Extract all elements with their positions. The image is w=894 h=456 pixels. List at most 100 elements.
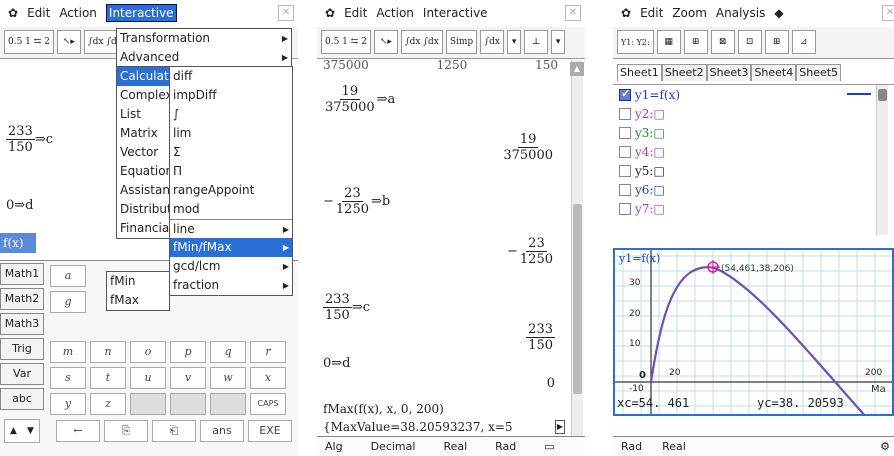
submenu-fmin-fmax[interactable]: fMin/fMax ▶: [170, 238, 292, 257]
status-angle[interactable]: Rad: [495, 440, 516, 453]
menu-interactive[interactable]: Interactive: [423, 6, 488, 20]
toolbar-cursor-button[interactable]: ↖▸: [56, 30, 81, 54]
key-m[interactable]: m: [50, 341, 86, 363]
submenu-sum[interactable]: Σ: [170, 143, 292, 162]
function-row-y7[interactable]: y7:□: [613, 199, 894, 218]
gear-icon[interactable]: ✿: [325, 6, 335, 20]
submenu-fraction[interactable]: fraction ▶: [170, 276, 292, 295]
function-label[interactable]: y1=f(x): [635, 88, 680, 102]
submenu-gcd-lcm[interactable]: gcd/lcm ▶: [170, 257, 292, 276]
paste-key[interactable]: ⎗: [152, 420, 196, 442]
tab-sheet2[interactable]: Sheet2: [661, 64, 707, 81]
menu-diamond-icon[interactable]: ◆: [774, 6, 783, 20]
input-fmax[interactable]: fMax(f(x), x, 0, 200): [323, 402, 444, 416]
submenu-fmax[interactable]: fMax: [107, 291, 169, 310]
menu-item-list[interactable]: List: [117, 105, 170, 124]
ans-key[interactable]: ans: [200, 420, 244, 442]
function-row-y4[interactable]: y4:□: [613, 142, 894, 161]
submenu-diff[interactable]: diff: [170, 67, 292, 86]
toolbar-zoom-button[interactable]: ⊠: [710, 30, 735, 54]
function-checkbox[interactable]: [619, 145, 631, 158]
function-label[interactable]: y4:□: [635, 145, 665, 159]
tab-sheet1[interactable]: Sheet1: [617, 64, 662, 81]
submenu-mod[interactable]: mod: [170, 200, 292, 219]
status-angle[interactable]: Rad: [621, 440, 642, 453]
keyboard-tab-math1[interactable]: Math1: [0, 263, 44, 285]
keyboard-tab-math3[interactable]: Math3: [0, 313, 44, 335]
scrollbar-thumb[interactable]: [878, 89, 887, 101]
exe-key[interactable]: EXE: [248, 420, 292, 442]
copy-key[interactable]: ⎘: [104, 420, 148, 442]
close-icon[interactable]: ✕: [882, 5, 894, 21]
menu-action[interactable]: Action: [59, 6, 97, 20]
key-n[interactable]: n: [90, 341, 126, 363]
gear-icon[interactable]: ✿: [8, 6, 18, 20]
function-row-y2[interactable]: y2:□: [613, 104, 894, 123]
key-y[interactable]: y: [50, 393, 86, 415]
menu-item-assistant[interactable]: Assistant: [117, 181, 170, 200]
toolbar-sketch-button[interactable]: ⊞: [764, 30, 789, 54]
function-checkbox[interactable]: [619, 126, 631, 139]
key-p[interactable]: p: [170, 341, 206, 363]
scrollbar[interactable]: [571, 60, 583, 436]
submenu-impdiff[interactable]: impDiff: [170, 86, 292, 105]
key-q[interactable]: q: [210, 341, 246, 363]
toolbar-table-button[interactable]: ▦: [656, 30, 681, 54]
toolbar-dx-button[interactable]: ∫dx: [480, 30, 505, 54]
key-o[interactable]: o: [130, 341, 166, 363]
key-a[interactable]: a: [50, 265, 86, 287]
submenu-line[interactable]: line ▶: [170, 219, 292, 238]
key-u[interactable]: u: [130, 367, 166, 389]
toolbar-graph-button[interactable]: ⊥: [524, 30, 549, 54]
close-icon[interactable]: ✕: [565, 5, 581, 21]
menu-edit[interactable]: Edit: [27, 6, 50, 20]
function-row-y3[interactable]: y3:□: [613, 123, 894, 142]
menu-interactive[interactable]: Interactive: [105, 4, 177, 22]
menu-item-financial[interactable]: Financial: [117, 219, 170, 238]
menu-zoom[interactable]: Zoom: [672, 6, 707, 20]
key-g[interactable]: g: [50, 291, 86, 313]
toolbar-fraction-button[interactable]: 0.5 1 ⇆ 2: [4, 30, 54, 54]
menu-item-advanced[interactable]: Advanced ▶: [117, 48, 291, 67]
status-real[interactable]: Real: [443, 440, 467, 453]
keyboard-tab-math2[interactable]: Math2: [0, 288, 44, 310]
key-caps[interactable]: CAPS: [250, 393, 286, 415]
menu-item-transformation[interactable]: Transformation ▶: [117, 29, 291, 48]
input-line-highlight[interactable]: f(x): [0, 233, 36, 253]
toolbar-trace-button[interactable]: ⊡: [737, 30, 762, 54]
key-w[interactable]: w: [210, 367, 246, 389]
keyboard-tab-var[interactable]: Var: [0, 363, 44, 385]
submenu-product[interactable]: Π: [170, 162, 292, 181]
menu-analysis[interactable]: Analysis: [716, 6, 765, 20]
scrollbar-thumb[interactable]: [573, 204, 582, 394]
submenu-lim[interactable]: lim: [170, 124, 292, 143]
scroll-up-icon[interactable]: ▲: [570, 62, 584, 76]
work-area[interactable]: 375000 1250 150 19 375000 ⇒a 19 375000 −23 125…: [317, 60, 585, 436]
submenu-rangeappoint[interactable]: rangeAppoint: [170, 181, 292, 200]
backspace-key[interactable]: ←: [56, 420, 100, 442]
toolbar-dropdown-icon[interactable]: ▾: [551, 30, 566, 54]
scroll-up-icon[interactable]: ▲: [10, 426, 17, 436]
tab-sheet5[interactable]: Sheet5: [796, 64, 842, 81]
toolbar-fraction-button[interactable]: 0.5 1 ⇆ 2: [321, 30, 371, 54]
function-label[interactable]: y3:□: [635, 126, 665, 140]
key-x[interactable]: x: [250, 367, 286, 389]
status-real[interactable]: Real: [662, 440, 686, 453]
toolbar-analysis-button[interactable]: ⊿: [791, 30, 816, 54]
function-list-scrollbar[interactable]: [876, 85, 888, 235]
function-row-y6[interactable]: y6:□: [613, 180, 894, 199]
submenu-fmin[interactable]: fMin: [107, 272, 169, 291]
keyboard-scroll[interactable]: ▲ ▼: [4, 419, 40, 443]
line-style-swatch[interactable]: [847, 93, 871, 95]
scroll-down-icon[interactable]: ▼: [27, 426, 34, 436]
menu-edit[interactable]: Edit: [640, 6, 663, 20]
close-icon[interactable]: ✕: [278, 5, 294, 21]
menu-item-equation[interactable]: Equation: [117, 162, 170, 181]
key-s[interactable]: s: [50, 367, 86, 389]
toolbar-y-list-button[interactable]: Y1: Y2:: [617, 30, 654, 54]
function-checkbox[interactable]: [619, 202, 631, 215]
function-label[interactable]: y7:□: [635, 202, 665, 216]
gear-icon[interactable]: ✿: [621, 6, 631, 20]
keyboard-tab-trig[interactable]: Trig: [0, 338, 44, 360]
key-r[interactable]: r: [250, 341, 286, 363]
